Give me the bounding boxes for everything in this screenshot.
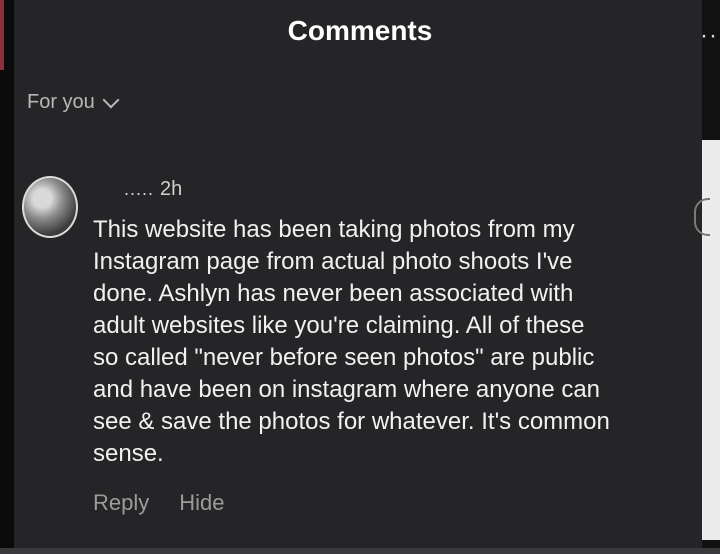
left-edge bbox=[0, 0, 14, 554]
avatar[interactable] bbox=[22, 176, 78, 238]
comment-time: 2h bbox=[160, 178, 183, 200]
filter-dropdown[interactable]: For you bbox=[27, 91, 120, 114]
filter-label: For you bbox=[27, 91, 95, 113]
username[interactable]: ..... bbox=[124, 179, 154, 200]
page-title: Comments bbox=[287, 15, 433, 46]
bottom-bar bbox=[0, 548, 720, 554]
reply-button[interactable]: Reply bbox=[93, 490, 149, 516]
comment-meta: ..... 2h bbox=[124, 178, 182, 201]
hide-button[interactable]: Hide bbox=[179, 490, 224, 516]
partial-icon bbox=[694, 198, 710, 236]
comment-text: This website has been taking photos from… bbox=[93, 216, 610, 467]
comment-actions: Reply Hide bbox=[93, 490, 225, 516]
chevron-down-icon bbox=[102, 91, 120, 108]
